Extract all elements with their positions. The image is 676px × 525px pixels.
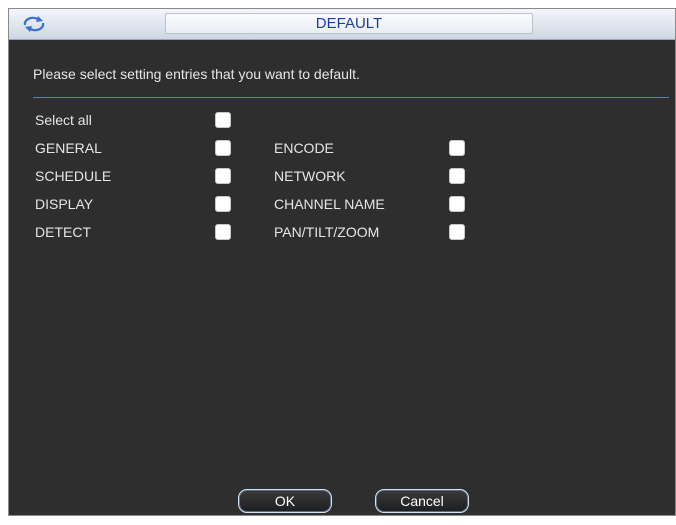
encode-checkbox[interactable] [449,140,465,156]
detect-label: DETECT [35,224,91,240]
display-checkbox[interactable] [215,196,231,212]
display-label: DISPLAY [35,196,94,212]
network-label: NETWORK [274,168,346,184]
channel-name-label: CHANNEL NAME [274,196,385,212]
network-checkbox[interactable] [449,168,465,184]
channel-name-checkbox[interactable] [449,196,465,212]
divider [33,97,669,98]
refresh-icon [17,13,51,35]
cancel-button[interactable]: Cancel [375,489,469,513]
select-all-checkbox[interactable] [215,112,231,128]
encode-label: ENCODE [274,140,334,156]
title-bar: DEFAULT [9,9,675,40]
pan-tilt-zoom-label: PAN/TILT/ZOOM [274,224,380,240]
ok-button[interactable]: OK [238,489,332,513]
pan-tilt-zoom-checkbox[interactable] [449,224,465,240]
schedule-checkbox[interactable] [215,168,231,184]
detect-checkbox[interactable] [215,224,231,240]
general-label: GENERAL [35,140,102,156]
instruction-text: Please select setting entries that you w… [33,66,360,82]
select-all-label: Select all [35,112,92,128]
window-title: DEFAULT [165,13,533,34]
schedule-label: SCHEDULE [35,168,112,184]
default-dialog: DEFAULT Please select setting entries th… [8,8,676,516]
general-checkbox[interactable] [215,140,231,156]
